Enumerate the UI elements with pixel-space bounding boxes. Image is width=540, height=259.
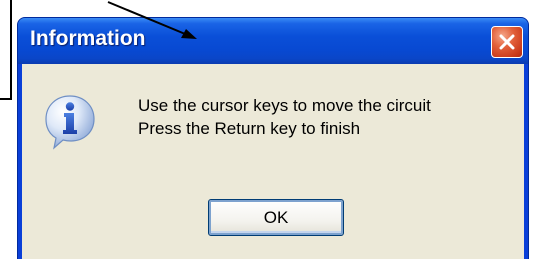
message-line: Press the Return key to finish <box>138 119 361 138</box>
close-button[interactable] <box>491 26 523 58</box>
information-dialog: Information Use the cursor keys to move … <box>17 17 529 259</box>
dialog-message: Use the cursor keys to move the circuit … <box>138 94 431 140</box>
screen: Information Use the cursor keys to move … <box>0 0 540 259</box>
message-line: Use the cursor keys to move the circuit <box>138 96 431 115</box>
dialog-title: Information <box>30 27 146 50</box>
information-icon <box>45 95 95 150</box>
dialog-titlebar[interactable]: Information <box>18 18 528 64</box>
close-icon <box>499 34 515 50</box>
background-document-edge <box>0 0 12 100</box>
ok-button[interactable]: OK <box>208 199 344 236</box>
dialog-body: Use the cursor keys to move the circuit … <box>22 64 524 259</box>
